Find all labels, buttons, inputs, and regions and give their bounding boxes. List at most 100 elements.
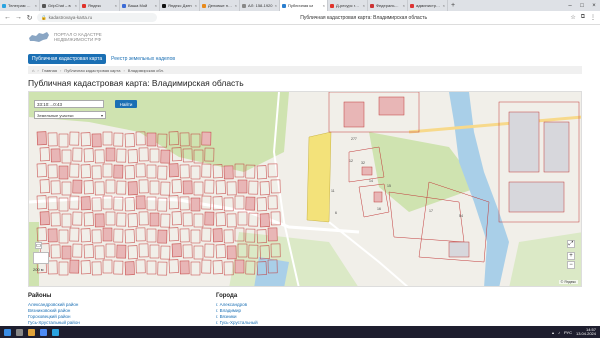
- land-parcel[interactable]: [72, 147, 83, 162]
- land-parcel[interactable]: [69, 259, 80, 274]
- browser-tab[interactable]: Яндекс Дзен ×: [160, 0, 200, 11]
- land-parcel[interactable]: [146, 260, 157, 275]
- land-parcel[interactable]: [94, 213, 105, 228]
- land-parcel[interactable]: [58, 261, 69, 276]
- land-parcel[interactable]: [39, 179, 50, 194]
- land-parcel[interactable]: [47, 228, 58, 243]
- land-parcel[interactable]: [179, 196, 190, 211]
- land-parcel[interactable]: [179, 164, 190, 179]
- land-parcel[interactable]: [245, 196, 256, 211]
- land-parcel[interactable]: [116, 148, 127, 163]
- tab-close-icon[interactable]: ×: [75, 3, 77, 8]
- land-parcel[interactable]: [259, 181, 270, 196]
- land-parcel[interactable]: [83, 244, 94, 259]
- land-parcel[interactable]: [201, 259, 212, 274]
- land-parcel[interactable]: [94, 245, 105, 260]
- tab-close-icon[interactable]: ×: [35, 3, 37, 8]
- land-parcel[interactable]: [215, 180, 226, 195]
- land-parcel[interactable]: [72, 243, 83, 258]
- browser-tab[interactable]: Публичная ка ×: [280, 0, 328, 11]
- land-parcel[interactable]: [91, 165, 102, 180]
- land-parcel[interactable]: [105, 243, 116, 258]
- url-field[interactable]: 🔒 kadastrovaya-karta.ru: [37, 13, 157, 22]
- land-parcel[interactable]: [160, 181, 171, 196]
- land-parcel[interactable]: [36, 163, 47, 178]
- land-parcel[interactable]: [80, 164, 91, 179]
- back-icon[interactable]: ←: [4, 14, 11, 21]
- land-parcel[interactable]: [135, 195, 146, 210]
- land-parcel[interactable]: [201, 227, 212, 242]
- land-parcel[interactable]: [61, 245, 72, 260]
- land-parcel[interactable]: [157, 261, 168, 276]
- land-parcel[interactable]: [116, 180, 127, 195]
- tab-close-icon[interactable]: ×: [115, 3, 117, 8]
- nav-cadastral-map[interactable]: Публичная кадастровая карта: [28, 54, 107, 64]
- land-parcel[interactable]: [58, 229, 69, 244]
- land-parcel[interactable]: [248, 180, 259, 195]
- land-parcel[interactable]: [127, 149, 138, 164]
- language-indicator[interactable]: РУС: [564, 330, 572, 335]
- land-parcel[interactable]: [171, 243, 182, 258]
- breadcrumb-item[interactable]: Публичная кадастровая карта: [64, 68, 120, 73]
- land-parcel[interactable]: [157, 165, 168, 180]
- land-parcel[interactable]: [204, 179, 215, 194]
- nav-registry[interactable]: Реестр земельных наделов: [109, 54, 177, 64]
- land-parcel[interactable]: [105, 211, 116, 226]
- layers-thumbnail[interactable]: [33, 252, 49, 264]
- land-parcel[interactable]: [171, 211, 182, 226]
- land-parcel[interactable]: [267, 227, 278, 242]
- land-parcel[interactable]: [91, 133, 102, 148]
- layer-select[interactable]: Земельные участки ▾: [34, 111, 106, 119]
- land-parcel[interactable]: [234, 195, 245, 210]
- land-parcel[interactable]: [102, 131, 113, 146]
- land-parcel[interactable]: [138, 147, 149, 162]
- land-parcel[interactable]: [47, 196, 58, 211]
- land-parcel[interactable]: [193, 213, 204, 228]
- land-parcel[interactable]: [124, 133, 135, 148]
- tab-close-icon[interactable]: ×: [195, 3, 197, 8]
- browser-tab[interactable]: Д-ресурс город×: [328, 0, 368, 11]
- land-parcel[interactable]: [212, 260, 223, 275]
- land-parcel[interactable]: [80, 260, 91, 275]
- breadcrumb-item[interactable]: Главная: [42, 68, 57, 73]
- browser-tab[interactable]: Федеральный ×: [368, 0, 408, 11]
- land-parcel[interactable]: [36, 131, 47, 146]
- land-parcel[interactable]: [58, 133, 69, 148]
- land-parcel[interactable]: [267, 195, 278, 210]
- land-parcel[interactable]: [80, 196, 91, 211]
- land-parcel[interactable]: [226, 213, 237, 228]
- land-parcel[interactable]: [234, 259, 245, 274]
- land-parcel[interactable]: [127, 245, 138, 260]
- land-parcel[interactable]: [149, 212, 160, 227]
- land-parcel[interactable]: [94, 181, 105, 196]
- find-button[interactable]: Найти: [115, 100, 137, 108]
- clock[interactable]: 14:57 13.04.2024: [576, 327, 596, 337]
- home-icon[interactable]: ⌂: [32, 68, 34, 73]
- land-parcel[interactable]: [190, 165, 201, 180]
- land-parcel[interactable]: [256, 165, 267, 180]
- land-parcel[interactable]: [83, 212, 94, 227]
- land-parcel[interactable]: [83, 148, 94, 163]
- land-parcel[interactable]: [50, 244, 61, 259]
- land-parcel[interactable]: [94, 149, 105, 164]
- land-parcel[interactable]: [190, 197, 201, 212]
- tab-close-icon[interactable]: ×: [155, 3, 157, 8]
- land-parcel[interactable]: [215, 212, 226, 227]
- tab-close-icon[interactable]: ×: [403, 3, 405, 8]
- land-parcel[interactable]: [182, 180, 193, 195]
- land-parcel[interactable]: [124, 261, 135, 276]
- land-parcel[interactable]: [168, 195, 179, 210]
- land-parcel[interactable]: [58, 165, 69, 180]
- land-parcel[interactable]: [160, 149, 171, 164]
- land-parcel[interactable]: [105, 147, 116, 162]
- land-parcel[interactable]: [160, 213, 171, 228]
- land-parcel[interactable]: [226, 245, 237, 260]
- fullscreen-icon[interactable]: ⤢: [567, 240, 575, 248]
- land-parcel[interactable]: [39, 211, 50, 226]
- minimize-icon[interactable]: –: [564, 0, 576, 11]
- land-parcel[interactable]: [47, 164, 58, 179]
- land-parcel[interactable]: [160, 245, 171, 260]
- land-parcel[interactable]: [179, 260, 190, 275]
- land-parcel[interactable]: [127, 213, 138, 228]
- land-parcel[interactable]: [102, 259, 113, 274]
